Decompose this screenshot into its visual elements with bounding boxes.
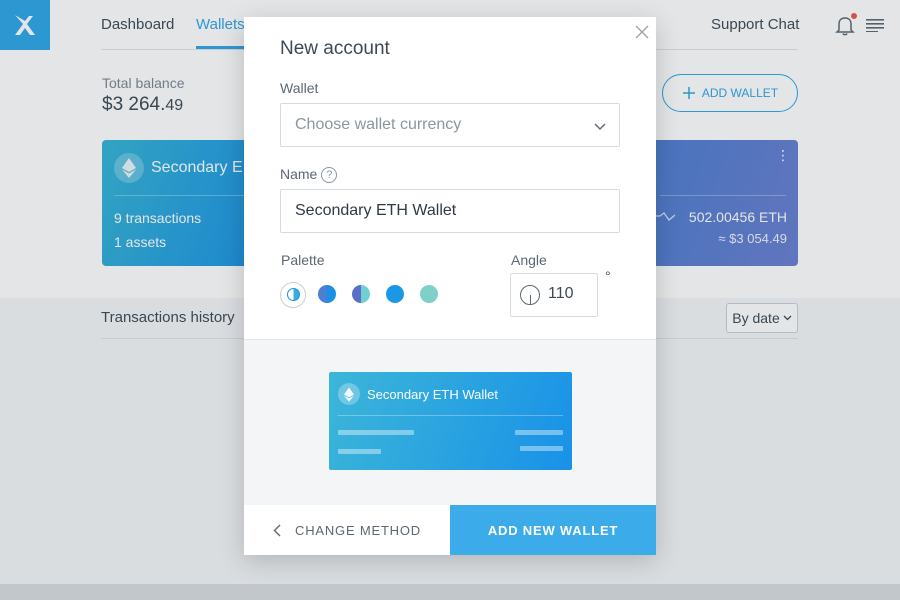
modal-title: New account xyxy=(280,38,390,59)
change-method-button[interactable]: CHANGE METHOD xyxy=(244,505,450,555)
wallet-field-label: Wallet xyxy=(280,80,319,96)
angle-value[interactable]: 110 xyxy=(548,285,574,303)
wallet-name-input[interactable]: Secondary ETH Wallet xyxy=(280,189,620,233)
wallet-preview-card: Secondary ETH Wallet xyxy=(329,372,572,470)
palette-label: Palette xyxy=(281,252,325,268)
angle-unit: ° xyxy=(605,268,611,284)
wallet-currency-placeholder: Choose wallet currency xyxy=(295,116,462,133)
name-field-label: Name? xyxy=(280,166,338,183)
close-icon[interactable] xyxy=(634,24,650,40)
help-icon[interactable]: ? xyxy=(321,167,338,183)
preview-placeholder-bar xyxy=(338,449,381,454)
wallet-currency-select[interactable]: Choose wallet currency xyxy=(280,103,620,147)
palette-swatch[interactable] xyxy=(286,288,300,301)
ethereum-icon xyxy=(338,383,360,405)
angle-dial-icon[interactable] xyxy=(520,285,540,305)
preview-card-name: Secondary ETH Wallet xyxy=(367,387,499,402)
add-new-wallet-label: ADD NEW WALLET xyxy=(487,522,619,538)
preview-placeholder-bar xyxy=(515,430,563,435)
change-method-label: CHANGE METHOD xyxy=(295,522,421,538)
add-new-wallet-button[interactable]: ADD NEW WALLET xyxy=(450,505,656,555)
palette-swatch[interactable] xyxy=(386,285,404,303)
preview-placeholder-bar xyxy=(338,430,414,435)
angle-label: Angle xyxy=(511,252,547,268)
palette-swatch[interactable] xyxy=(318,285,336,303)
chevron-left-icon xyxy=(273,524,281,536)
palette-swatch[interactable] xyxy=(420,285,438,303)
preview-card-divider xyxy=(338,415,563,416)
preview-placeholder-bar xyxy=(520,446,563,451)
chevron-down-icon xyxy=(594,123,606,130)
name-label-text: Name xyxy=(280,166,318,182)
palette-swatch[interactable] xyxy=(352,285,370,303)
